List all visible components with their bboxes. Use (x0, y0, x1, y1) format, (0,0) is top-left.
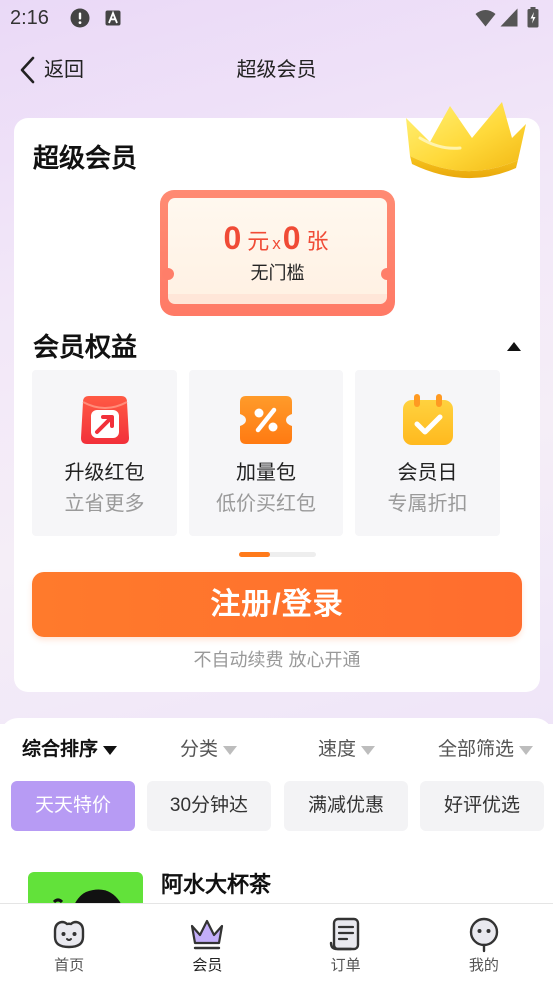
signal-icon (500, 8, 518, 27)
coupon-times: x (272, 234, 281, 253)
sort-comprehensive[interactable]: 综合排序 (22, 735, 118, 765)
nav-label: 首页 (54, 957, 85, 974)
status-time: 2:16 (10, 7, 49, 29)
benefit-title: 加量包 (236, 462, 296, 484)
store-name[interactable]: 阿水大杯茶 (161, 872, 271, 898)
nav-label: 我的 (468, 957, 499, 974)
nav-label: 会员 (192, 957, 223, 974)
wifi-icon (475, 10, 496, 27)
triangle-down-icon (223, 745, 238, 755)
chip-discount[interactable]: 满减优惠 (284, 781, 408, 831)
benefit-tile-member-day[interactable]: 会员日 专属折扣 (355, 370, 500, 536)
sort-all-filters[interactable]: 全部筛选 (438, 735, 534, 765)
percent-ticket-icon (240, 396, 292, 444)
profile-face-icon (469, 917, 499, 953)
carousel-indicator-track (239, 552, 316, 557)
carousel-indicator-thumb (239, 552, 270, 557)
nav-profile[interactable]: 我的 (415, 904, 553, 984)
auto-renew-note: 不自动续费 放心开通 (193, 650, 361, 670)
benefit-title: 升级红包 (64, 462, 145, 484)
sort-label: 全部筛选 (438, 739, 515, 760)
triangle-down-icon (519, 745, 534, 755)
nav-member[interactable]: 会员 (138, 904, 276, 984)
coupon-notch-right (381, 268, 393, 280)
nav-home[interactable]: 首页 (0, 904, 138, 984)
coupon-body: 0 元 x 0 张 无门槛 (168, 198, 387, 302)
benefit-subtitle: 低价买红包 (216, 493, 316, 515)
sort-category[interactable]: 分类 (180, 735, 238, 765)
card-title: 超级会员 (33, 143, 138, 173)
order-receipt-icon (329, 917, 359, 951)
benefit-subtitle: 立省更多 (64, 493, 145, 515)
register-login-button[interactable]: 注册/登录 (32, 572, 522, 637)
benefit-tile-upgrade[interactable]: 升级红包 立省更多 (32, 370, 177, 536)
crown-icon (191, 919, 224, 950)
nav-orders[interactable]: 订单 (277, 904, 415, 984)
coupon-footer-band (168, 294, 387, 304)
text-a-icon (105, 10, 121, 26)
sort-label: 分类 (180, 739, 219, 760)
member-card: 超级会员 0 元 x 0 张 无门槛 会员权益 升级红包 立省更多 加量包 低价… (14, 118, 540, 692)
sort-label: 综合排序 (22, 739, 99, 760)
chip-daily-deals[interactable]: 天天特价 (11, 781, 135, 831)
coupon-condition: 无门槛 (250, 263, 305, 283)
alert-icon (70, 8, 90, 28)
benefit-title: 会员日 (397, 462, 458, 484)
sort-speed[interactable]: 速度 (318, 735, 376, 765)
chip-top-rated[interactable]: 好评优选 (420, 781, 544, 831)
battery-icon (527, 7, 539, 28)
coupon-amount-value: 0 (223, 220, 242, 256)
coupon-amount-unit: 元 (247, 229, 270, 254)
coupon[interactable]: 0 元 x 0 张 无门槛 (160, 190, 395, 316)
triangle-down-icon (361, 745, 376, 755)
benefit-subtitle: 专属折扣 (387, 493, 468, 515)
calendar-check-icon (402, 394, 453, 445)
triangle-down-icon (103, 745, 118, 755)
coupon-count-value: 0 (282, 220, 301, 256)
upgrade-redpacket-icon (80, 396, 129, 444)
sort-label: 速度 (318, 739, 357, 760)
benefit-tile-bonus-pack[interactable]: 加量包 低价买红包 (189, 370, 343, 536)
coupon-notch-left (162, 268, 174, 280)
gold-crown-icon (406, 102, 526, 179)
bottom-nav: 首页 会员 订单 我的 (0, 903, 553, 984)
triangle-up-icon (507, 342, 521, 351)
page-title: 超级会员 (236, 59, 317, 81)
benefits-collapse-button[interactable] (506, 340, 522, 354)
home-pet-icon (53, 920, 85, 949)
coupon-count-unit: 张 (306, 229, 329, 254)
nav-label: 订单 (330, 957, 361, 974)
chip-30-min[interactable]: 30分钟达 (147, 781, 271, 831)
benefits-title: 会员权益 (33, 332, 138, 362)
coupon-amount: 0 元 x 0 张 (168, 220, 387, 262)
